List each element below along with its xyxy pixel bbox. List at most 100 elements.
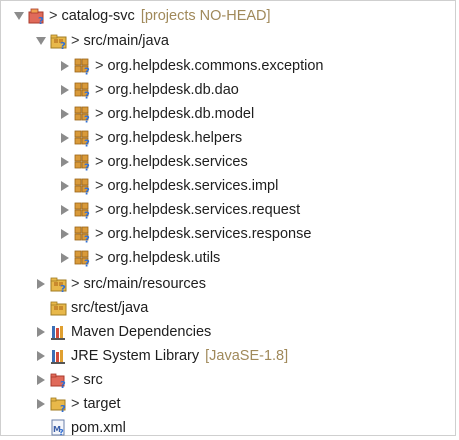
tree-row-package[interactable]: ? > org.helpdesk.services.response [60, 222, 311, 246]
tree-row-prefix: > [71, 372, 80, 388]
svg-text:?: ? [84, 91, 90, 100]
svg-text:?: ? [38, 16, 44, 25]
tree-row-prefix: > [95, 154, 104, 170]
package-label: org.helpdesk.utils [107, 250, 221, 266]
tree-row-prefix: > [95, 58, 104, 74]
file-label: pom.xml [71, 420, 126, 436]
tree-row-prefix: > [95, 202, 104, 218]
tree-row-package[interactable]: ? > org.helpdesk.helpers [60, 126, 242, 150]
svg-text:?: ? [60, 380, 66, 389]
package-icon: ? [74, 249, 92, 267]
package-label: org.helpdesk.services.response [107, 226, 312, 242]
source-folder-icon: ? [50, 32, 68, 50]
tree-row-prefix: > [71, 396, 80, 412]
folder-icon: ? [50, 371, 68, 389]
expand-down-icon[interactable] [14, 11, 24, 21]
expand-right-icon[interactable] [60, 133, 70, 143]
tree-row-prefix: > [95, 106, 104, 122]
source-folder-label: src/test/java [71, 300, 149, 316]
tree-row-package[interactable]: ? > org.helpdesk.services.request [60, 198, 300, 222]
package-icon: ? [74, 81, 92, 99]
tree-row-project[interactable]: ? > catalog-svc [projects NO-HEAD] [14, 4, 271, 28]
folder-icon: ? [50, 395, 68, 413]
package-icon: ? [74, 225, 92, 243]
xml-file-icon: M ? [50, 419, 68, 437]
tree-row-src[interactable]: ? > src [36, 368, 103, 392]
expand-right-icon[interactable] [60, 61, 70, 71]
expand-right-icon[interactable] [36, 375, 46, 385]
package-label: org.helpdesk.services [107, 154, 248, 170]
svg-text:?: ? [84, 67, 90, 76]
expand-right-icon[interactable] [36, 399, 46, 409]
svg-text:?: ? [60, 404, 66, 413]
svg-text:?: ? [84, 259, 90, 268]
svg-text:?: ? [60, 284, 66, 293]
package-icon: ? [74, 57, 92, 75]
tree-row-package[interactable]: ? > org.helpdesk.utils [60, 246, 220, 270]
expand-right-icon[interactable] [60, 253, 70, 263]
package-label: org.helpdesk.commons.exception [107, 58, 324, 74]
tree-row-prefix: > [49, 8, 58, 24]
library-icon [50, 347, 68, 365]
expand-right-icon[interactable] [36, 327, 46, 337]
expand-right-icon[interactable] [36, 279, 46, 289]
package-label: org.helpdesk.helpers [107, 130, 243, 146]
project-tree: ? > catalog-svc [projects NO-HEAD] ? > s… [0, 0, 459, 440]
tree-row-prefix: > [95, 178, 104, 194]
source-folder-icon [50, 299, 68, 317]
folder-label: target [83, 396, 121, 412]
package-label: org.helpdesk.db.model [107, 106, 255, 122]
source-folder-label: src/main/resources [83, 276, 206, 292]
tree-row-maven-dependencies[interactable]: Maven Dependencies [36, 320, 211, 344]
package-label: org.helpdesk.db.dao [107, 82, 239, 98]
expand-right-icon[interactable] [60, 229, 70, 239]
svg-text:?: ? [84, 115, 90, 124]
tree-row-src-main-java[interactable]: ? > src/main/java [36, 29, 169, 53]
tree-row-src-main-resources[interactable]: ? > src/main/resources [36, 272, 206, 296]
source-folder-icon: ? [50, 275, 68, 293]
tree-row-prefix: > [71, 33, 80, 49]
library-icon [50, 323, 68, 341]
tree-row-jre-system-library[interactable]: JRE System Library [JavaSE-1.8] [36, 344, 288, 368]
package-label: org.helpdesk.services.request [107, 202, 301, 218]
library-label: Maven Dependencies [71, 324, 212, 340]
svg-text:?: ? [84, 235, 90, 244]
svg-text:?: ? [60, 41, 66, 50]
package-icon: ? [74, 129, 92, 147]
expand-right-icon[interactable] [60, 157, 70, 167]
svg-text:?: ? [59, 428, 64, 437]
tree-row-package[interactable]: ? > org.helpdesk.db.dao [60, 78, 239, 102]
folder-label: src [83, 372, 103, 388]
tree-row-package[interactable]: ? > org.helpdesk.services.impl [60, 174, 278, 198]
jre-version-decoration: [JavaSE-1.8] [205, 348, 289, 364]
tree-row-prefix: > [95, 130, 104, 146]
expand-right-icon[interactable] [60, 181, 70, 191]
tree-row-prefix: > [71, 276, 80, 292]
project-label: catalog-svc [61, 8, 135, 24]
svg-text:?: ? [84, 211, 90, 220]
package-icon: ? [74, 201, 92, 219]
svg-text:?: ? [84, 187, 90, 196]
expand-right-icon[interactable] [60, 85, 70, 95]
package-icon: ? [74, 153, 92, 171]
source-folder-label: src/main/java [83, 33, 169, 49]
svg-text:?: ? [84, 139, 90, 148]
expand-right-icon[interactable] [60, 109, 70, 119]
project-folder-icon: ? [28, 7, 46, 25]
expand-right-icon[interactable] [36, 351, 46, 361]
tree-row-package[interactable]: ? > org.helpdesk.services [60, 150, 248, 174]
tree-row-target[interactable]: ? > target [36, 392, 121, 416]
tree-row-src-test-java[interactable]: src/test/java [50, 296, 148, 320]
tree-row-package[interactable]: ? > org.helpdesk.db.model [60, 102, 254, 126]
tree-row-prefix: > [95, 226, 104, 242]
expand-right-icon[interactable] [60, 205, 70, 215]
package-label: org.helpdesk.services.impl [107, 178, 279, 194]
svg-text:?: ? [84, 163, 90, 172]
tree-row-pom[interactable]: M ? pom.xml [50, 416, 126, 440]
tree-row-prefix: > [95, 82, 104, 98]
tree-row-package[interactable]: ? > org.helpdesk.commons.exception [60, 54, 323, 78]
package-icon: ? [74, 177, 92, 195]
expand-down-icon[interactable] [36, 36, 46, 46]
library-label: JRE System Library [71, 348, 200, 364]
tree-row-prefix: > [95, 250, 104, 266]
